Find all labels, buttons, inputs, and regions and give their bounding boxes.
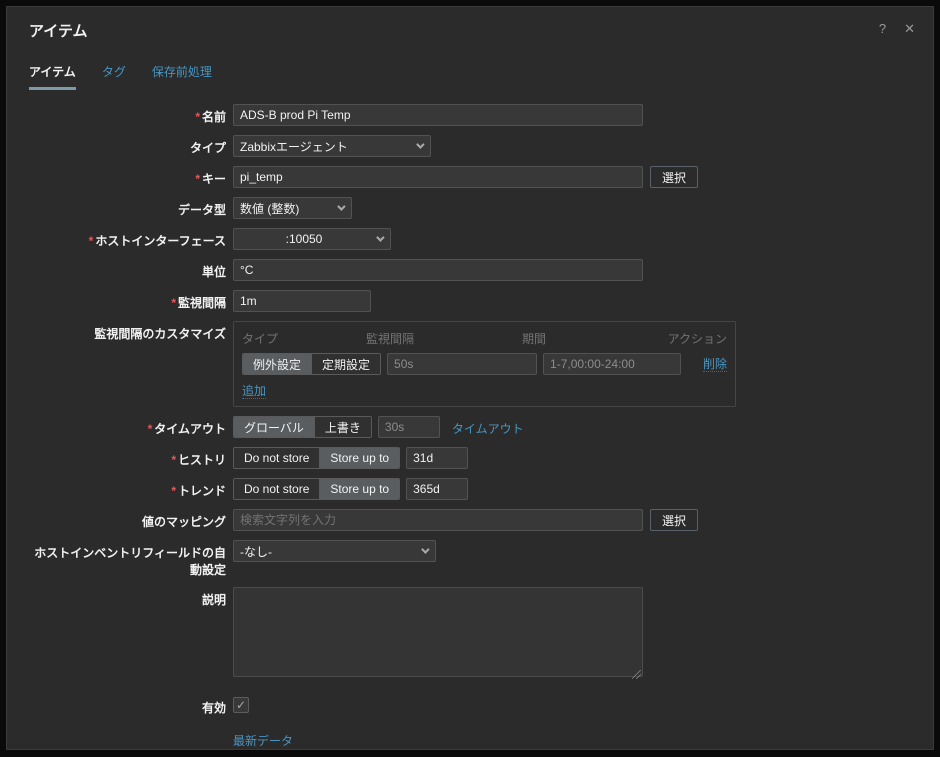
inventory-label: ホストインベントリフィールドの自動設定 — [29, 540, 233, 578]
custom-intervals-fieldset: タイプ 監視間隔 期間 アクション 例外設定 定期設定 削除 追加 — [233, 321, 736, 407]
value-type-row: データ型 数値 (整数) — [29, 197, 911, 219]
units-input[interactable] — [233, 259, 643, 281]
history-row: *ヒストリ Do not store Store up to — [29, 447, 911, 469]
value-mapping-row: 値のマッピング 選択 — [29, 509, 911, 531]
tab-tags[interactable]: タグ — [102, 63, 126, 90]
custom-interval-input[interactable] — [387, 353, 537, 375]
value-mapping-input[interactable] — [233, 509, 643, 531]
timeout-global-button[interactable]: グローバル — [234, 417, 314, 437]
description-textarea[interactable] — [233, 587, 643, 677]
close-icon[interactable]: ✕ — [902, 20, 917, 37]
value-type-select-value: 数値 (整数) — [240, 200, 329, 217]
dialog-header: アイテム ? ✕ — [7, 7, 933, 41]
key-label: キー — [202, 172, 226, 186]
custom-intervals-row: 監視間隔のカスタマイズ タイプ 監視間隔 期間 アクション 例外設定 定期設定 … — [29, 321, 911, 407]
key-row: *キー 選択 — [29, 166, 911, 188]
host-interface-select[interactable]: :10050 — [233, 228, 391, 250]
name-label: 名前 — [202, 110, 226, 124]
type-select[interactable]: Zabbixエージェント — [233, 135, 431, 157]
tab-item[interactable]: アイテム — [29, 63, 76, 90]
type-row: タイプ Zabbixエージェント — [29, 135, 911, 157]
value-mapping-select-button[interactable]: 選択 — [650, 509, 698, 531]
inventory-row: ホストインベントリフィールドの自動設定 -なし- — [29, 540, 911, 578]
latest-data-row: 最新データ — [29, 732, 911, 749]
remove-interval-link[interactable]: 削除 — [703, 357, 727, 372]
description-row: 説明 — [29, 587, 911, 682]
required-mark: * — [195, 110, 200, 124]
timeout-override-button[interactable]: 上書き — [314, 417, 371, 437]
help-icon[interactable]: ? — [877, 20, 888, 37]
history-do-not-store-button[interactable]: Do not store — [234, 448, 319, 468]
history-toggle: Do not store Store up to — [233, 447, 400, 469]
history-store-up-to-button[interactable]: Store up to — [319, 448, 399, 468]
chevron-down-icon — [337, 202, 345, 210]
key-input[interactable] — [233, 166, 643, 188]
required-mark: * — [171, 484, 176, 498]
timeout-label: タイムアウト — [154, 422, 226, 436]
timeout-toggle: グローバル 上書き — [233, 416, 372, 438]
add-interval-link[interactable]: 追加 — [242, 384, 266, 399]
custom-period-input[interactable] — [543, 353, 681, 375]
inventory-select[interactable]: -なし- — [233, 540, 436, 562]
chevron-down-icon — [416, 140, 424, 148]
enabled-row: 有効 ✓ — [29, 695, 911, 716]
latest-data-link[interactable]: 最新データ — [233, 732, 293, 749]
item-config-dialog: アイテム ? ✕ アイテム タグ 保存前処理 *名前 タイプ Zabbixエージ… — [6, 6, 934, 750]
tab-bar: アイテム タグ 保存前処理 — [7, 63, 933, 90]
column-period: 期間 — [522, 330, 660, 347]
interval-type-flexible-button[interactable]: 例外設定 — [243, 354, 311, 374]
chevron-down-icon — [421, 545, 429, 553]
type-select-value: Zabbixエージェント — [240, 138, 408, 155]
dialog-controls: ? ✕ — [877, 20, 917, 37]
name-row: *名前 — [29, 104, 911, 126]
trends-value-input[interactable] — [406, 478, 468, 500]
update-interval-label: 監視間隔 — [178, 296, 226, 310]
inventory-select-value: -なし- — [240, 543, 413, 560]
required-mark: * — [148, 422, 153, 436]
item-form: *名前 タイプ Zabbixエージェント *キー 選択 データ型 数値 (整数)… — [7, 90, 933, 750]
update-interval-input[interactable] — [233, 290, 371, 312]
value-type-select[interactable]: 数値 (整数) — [233, 197, 352, 219]
units-row: 単位 — [29, 259, 911, 281]
value-mapping-label: 値のマッピング — [29, 509, 233, 530]
required-mark: * — [89, 234, 94, 248]
required-mark: * — [195, 172, 200, 186]
custom-interval-row: 例外設定 定期設定 削除 — [242, 353, 727, 375]
custom-intervals-label: 監視間隔のカスタマイズ — [29, 321, 233, 342]
chevron-down-icon — [376, 233, 384, 241]
timeout-settings-link[interactable]: タイムアウト — [452, 420, 524, 437]
trends-row: *トレンド Do not store Store up to — [29, 478, 911, 500]
timeout-value-input[interactable] — [378, 416, 440, 438]
history-label: ヒストリ — [178, 453, 226, 467]
enabled-label: 有効 — [29, 695, 233, 716]
trends-label: トレンド — [178, 484, 226, 498]
key-select-button[interactable]: 選択 — [650, 166, 698, 188]
update-interval-row: *監視間隔 — [29, 290, 911, 312]
history-value-input[interactable] — [406, 447, 468, 469]
required-mark: * — [171, 453, 176, 467]
trends-toggle: Do not store Store up to — [233, 478, 400, 500]
interval-type-toggle: 例外設定 定期設定 — [242, 353, 381, 375]
timeout-row: *タイムアウト グローバル 上書き タイムアウト — [29, 416, 911, 438]
name-input[interactable] — [233, 104, 643, 126]
trends-store-up-to-button[interactable]: Store up to — [319, 479, 399, 499]
value-type-label: データ型 — [29, 197, 233, 218]
host-interface-select-value: :10050 — [240, 232, 368, 246]
column-interval: 監視間隔 — [366, 330, 516, 347]
column-type: タイプ — [242, 330, 360, 347]
type-label: タイプ — [29, 135, 233, 156]
interval-type-scheduling-button[interactable]: 定期設定 — [311, 354, 380, 374]
dialog-title: アイテム — [29, 20, 88, 41]
host-interface-label: ホストインターフェース — [95, 234, 226, 248]
required-mark: * — [171, 296, 176, 310]
description-label: 説明 — [29, 587, 233, 608]
tab-preprocessing[interactable]: 保存前処理 — [152, 63, 212, 90]
units-label: 単位 — [29, 259, 233, 280]
host-interface-row: *ホストインターフェース :10050 — [29, 228, 911, 250]
enabled-checkbox[interactable]: ✓ — [233, 697, 249, 713]
column-action: アクション — [666, 330, 727, 347]
trends-do-not-store-button[interactable]: Do not store — [234, 479, 319, 499]
custom-intervals-header: タイプ 監視間隔 期間 アクション — [242, 330, 727, 347]
